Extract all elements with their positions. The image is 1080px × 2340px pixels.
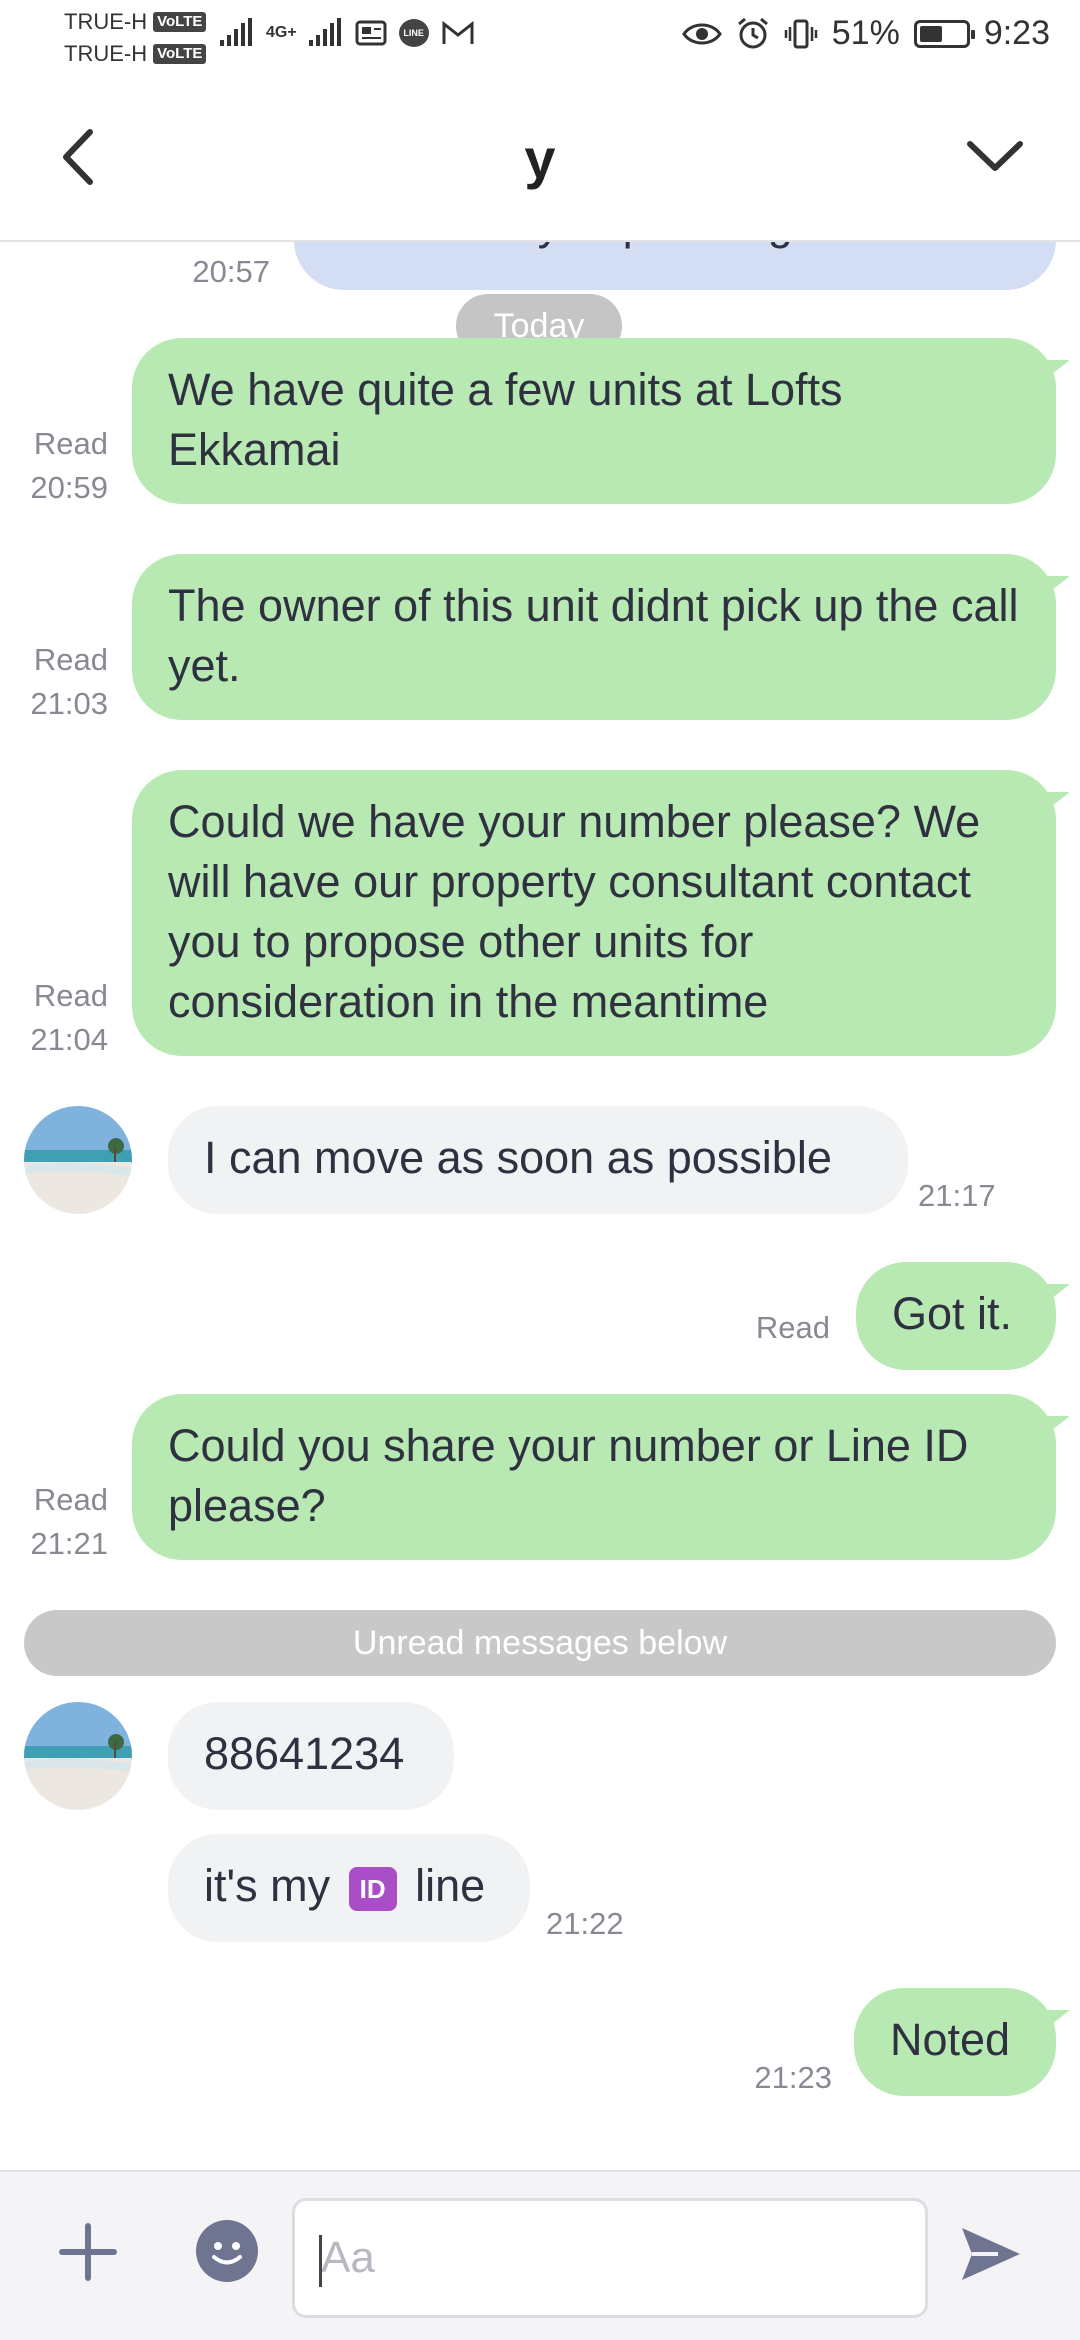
message-text: it's my (204, 1860, 331, 1911)
plus-icon (59, 2223, 117, 2281)
message-text: When are you planning to move? (330, 242, 1020, 254)
message-bubble-outgoing[interactable]: Could we have your number please? We wil… (132, 770, 1056, 1056)
emoji-button[interactable] (196, 2220, 258, 2282)
message-bubble-outgoing[interactable]: The owner of this unit didnt pick up the… (132, 554, 1056, 720)
battery-level-fill (919, 25, 942, 42)
status-bar: TRUE-H VoLTE TRUE-H VoLTE 4G+ LINE 51% 9:2… (0, 0, 1080, 76)
read-status: Read (33, 1482, 108, 1517)
carrier-1: TRUE-H (64, 9, 148, 34)
unread-divider: Unread messages below (24, 1610, 1056, 1676)
message-bubble-outgoing[interactable]: Could you share your number or Line ID p… (132, 1394, 1056, 1560)
message-meta: Read 21:03 (10, 638, 108, 726)
message-text: Got it. (892, 1288, 1013, 1339)
read-status: Read (33, 426, 108, 461)
message-time: 21:04 (30, 1022, 108, 1057)
gmail-icon (442, 20, 474, 44)
message-time: 20:59 (30, 470, 108, 505)
read-status: Read (755, 1310, 830, 1345)
message-text: I can move as soon as possible (204, 1132, 832, 1183)
avatar[interactable] (24, 1106, 132, 1214)
text-cursor (319, 2235, 322, 2287)
beach-avatar-image (24, 1106, 132, 1214)
carrier-info: TRUE-H VoLTE TRUE-H VoLTE (64, 6, 207, 70)
add-attachment-button[interactable] (58, 2222, 118, 2282)
beach-avatar-image (24, 1702, 132, 1810)
message-bubble-outgoing[interactable]: We have quite a few units at Lofts Ekkam… (132, 338, 1056, 504)
message-input[interactable] (295, 2201, 925, 2315)
volte-badge: VoLTE (153, 44, 207, 64)
status-icons-right: 51% 9:23 (681, 14, 1050, 53)
read-status: Read (33, 978, 108, 1013)
message-text: The owner of this unit didnt pick up the… (168, 580, 1019, 691)
battery-percent: 51% (831, 14, 900, 52)
id-emoji-icon: ID (348, 1867, 397, 1912)
avatar[interactable] (24, 1702, 132, 1810)
volte-badge: VoLTE (153, 12, 207, 32)
message-bubble-outgoing[interactable]: Got it. (856, 1262, 1056, 1370)
signal-icon (220, 18, 252, 46)
message-time: 21:22 (546, 1906, 624, 1941)
message-text: 88641234 (204, 1728, 405, 1779)
signal-icon (308, 18, 341, 46)
status-icons-left: 4G+ LINE (220, 18, 475, 48)
message-composer (0, 2170, 1080, 2340)
message-text: We have quite a few units at Lofts Ekkam… (168, 364, 843, 475)
carrier-2: TRUE-H (64, 41, 148, 66)
chat-area[interactable]: When are you planning to move? 20:57 Tod… (0, 242, 1080, 2170)
smiley-icon (212, 2242, 242, 2265)
battery-icon (913, 19, 975, 48)
vibrate-icon (784, 19, 817, 48)
message-bubble-previous[interactable]: When are you planning to move? (294, 242, 1056, 290)
message-text: Could we have your number please? We wil… (168, 796, 981, 1027)
message-bubble-incoming[interactable]: I can move as soon as possible (168, 1106, 908, 1214)
message-time: 21:21 (30, 1526, 108, 1561)
message-time: 21:03 (30, 686, 108, 721)
message-bubble-incoming[interactable]: 88641234 (168, 1702, 454, 1810)
message-input-box[interactable] (292, 2198, 928, 2318)
chat-header: y (0, 76, 1080, 242)
network-label: 4G+ (266, 24, 297, 41)
send-icon (962, 2228, 1020, 2280)
news-icon (355, 20, 387, 46)
alarm-icon (737, 17, 768, 48)
eye-icon (681, 23, 722, 44)
message-meta: Read 21:04 (10, 974, 108, 1062)
line-app-icon: LINE (398, 19, 429, 47)
chat-title: y (524, 127, 556, 190)
message-bubble-outgoing[interactable]: Noted (854, 1988, 1056, 2096)
chevron-down-icon (967, 141, 1023, 171)
message-time: 20:57 (192, 254, 270, 289)
clock: 9:23 (983, 14, 1050, 52)
menu-toggle-button[interactable] (960, 126, 1030, 186)
message-text: Noted (890, 2014, 1011, 2065)
message-meta: Read 20:59 (10, 422, 108, 510)
send-button[interactable] (958, 2224, 1024, 2284)
read-status: Read (33, 642, 108, 677)
message-meta: Read 21:21 (10, 1478, 108, 1566)
message-text: Could you share your number or Line ID p… (168, 1420, 969, 1531)
message-bubble-incoming[interactable]: it's my ID line (168, 1834, 530, 1942)
message-text: line (415, 1860, 486, 1911)
message-time: 21:17 (918, 1178, 996, 1213)
message-time: 21:23 (754, 2060, 832, 2095)
